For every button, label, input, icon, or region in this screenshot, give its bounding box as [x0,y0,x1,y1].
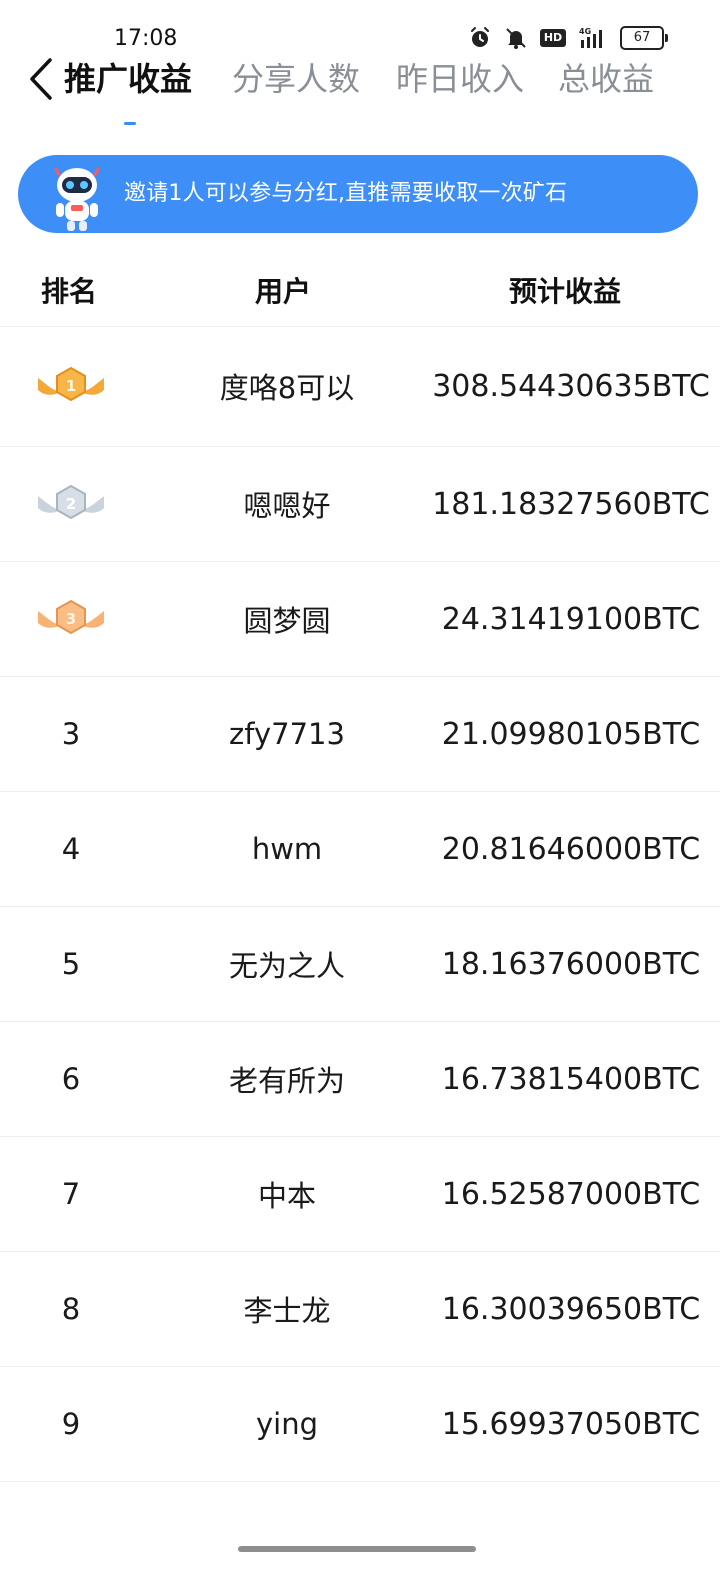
table-row[interactable]: 1 度咯8可以 308.54430635BTC [0,326,720,447]
rank-cell: 3 [0,562,142,676]
earnings-cell: 21.09980105BTC [441,716,701,752]
active-tab-indicator [124,122,136,125]
user-cell: 嗯嗯好 [243,489,331,523]
earnings-cell: 18.16376000BTC [441,946,701,982]
user-cell: 圆梦圆 [243,604,331,638]
earnings-cell: 16.52587000BTC [441,1176,701,1212]
earnings-cell: 16.73815400BTC [441,1061,701,1097]
rank-cell: 2 [0,447,142,561]
top-nav: 推广收益 分享人数 昨日收入 总收益 [0,56,720,126]
user-cell: hwm [251,832,323,866]
tab-share-count[interactable]: 分享人数 [232,56,360,102]
user-cell: 李士龙 [243,1294,331,1328]
user-cell: ying [255,1407,318,1441]
table-row[interactable]: 9 ying 15.69937050BTC [0,1367,720,1482]
table-row[interactable]: 3 圆梦圆 24.31419100BTC [0,562,720,677]
user-cell: 中本 [257,1179,316,1213]
user-cell: 无为之人 [228,949,345,983]
medal-number: 2 [66,495,76,513]
battery-icon: 67 [620,26,668,50]
bronze-medal-icon: 3 [38,599,104,635]
ranking-table-header: 排名 用户 预计收益 [0,252,720,327]
rank-cell: 4 [61,832,81,866]
svg-text:4G: 4G [579,27,591,36]
user-cell: 度咯8可以 [219,371,355,405]
rank-cell: 9 [61,1407,81,1441]
earnings-cell: 20.81646000BTC [441,831,701,867]
table-row[interactable]: 4 hwm 20.81646000BTC [0,792,720,907]
earnings-cell: 15.69937050BTC [441,1406,701,1442]
status-icons: HD 4G 67 [468,26,668,50]
back-arrow-icon[interactable] [22,56,62,102]
table-row[interactable]: 5 无为之人 18.16376000BTC [0,907,720,1022]
home-indicator[interactable] [238,1546,476,1552]
table-row[interactable]: 8 李士龙 16.30039650BTC [0,1252,720,1367]
earnings-cell: 308.54430635BTC [432,368,710,404]
medal-number: 1 [66,377,76,395]
tab-total-earnings[interactable]: 总收益 [558,56,654,102]
alarm-icon [471,27,489,47]
status-bar: 17:08 HD 4G 67 [0,0,720,56]
hd-badge: HD [540,29,566,47]
header-earnings: 预计收益 [509,275,622,308]
robot-mascot-icon [54,167,100,231]
ranking-table-body: 1 度咯8可以 308.54430635BTC 2 嗯嗯好 181.183275… [0,326,720,1482]
bell-muted-icon [506,28,526,49]
gold-medal-icon: 1 [38,366,104,402]
rank-cell: 7 [61,1177,81,1211]
header-user: 用户 [255,275,312,308]
earnings-cell: 24.31419100BTC [441,601,701,637]
medal-number: 3 [66,610,76,628]
silver-medal-icon: 2 [38,484,104,520]
banner-text: 邀请1人可以参与分红,直推需要收取一次矿石 [124,181,568,206]
rank-cell: 3 [61,717,81,751]
earnings-cell: 16.30039650BTC [441,1291,701,1327]
header-rank: 排名 [41,275,98,308]
table-row[interactable]: 2 嗯嗯好 181.18327560BTC [0,447,720,562]
rank-cell: 6 [61,1062,81,1096]
table-row[interactable]: 6 老有所为 16.73815400BTC [0,1022,720,1137]
table-row[interactable]: 3 zfy7713 21.09980105BTC [0,677,720,792]
user-cell: 老有所为 [228,1064,345,1098]
rank-cell: 8 [61,1292,81,1326]
status-time: 17:08 [114,26,178,51]
notice-banner: 邀请1人可以参与分红,直推需要收取一次矿石 [18,155,698,233]
table-row[interactable]: 7 中本 16.52587000BTC [0,1137,720,1252]
tab-yesterday-income[interactable]: 昨日收入 [396,56,524,102]
tab-promotion-earnings[interactable]: 推广收益 [64,56,192,102]
signal-icon: 4G [579,27,602,48]
user-cell: zfy7713 [229,717,345,751]
rank-cell: 1 [0,326,142,446]
rank-cell: 5 [61,947,81,981]
earnings-cell: 181.18327560BTC [432,486,710,522]
